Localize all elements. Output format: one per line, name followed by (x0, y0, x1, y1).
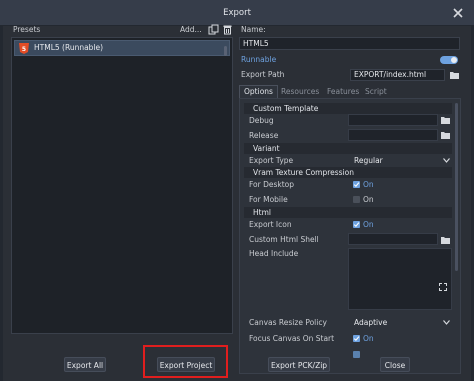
window-title: Export (223, 8, 251, 18)
close-button[interactable]: Close (380, 357, 410, 372)
focus-canvas-value: On (363, 334, 374, 343)
name-label: Name: (241, 25, 266, 34)
for-mobile-value: On (363, 195, 374, 204)
export-type-select[interactable]: Regular (354, 156, 383, 165)
section-custom-template[interactable]: Custom Template (244, 103, 452, 114)
close-icon[interactable] (452, 7, 464, 19)
presets-header: Presets (13, 25, 41, 34)
focus-canvas-checkbox[interactable] (353, 335, 360, 342)
canvas-policy-select[interactable]: Adaptive (354, 318, 387, 327)
custom-shell-field[interactable] (348, 233, 438, 245)
for-mobile-checkbox[interactable] (353, 196, 360, 203)
highlight-box (143, 345, 228, 378)
chevron-down-icon[interactable] (443, 320, 450, 325)
focus-canvas-label: Focus Canvas On Start (249, 334, 335, 343)
for-desktop-value: On (363, 180, 374, 189)
export-path-input[interactable]: EXPORT/index.html (350, 69, 445, 81)
head-include-textarea[interactable] (348, 248, 452, 310)
html5-icon: 5 (19, 43, 29, 54)
preset-item-html5[interactable]: 5 HTML5 (Runnable) (14, 40, 230, 56)
preset-list-scrollbar[interactable] (224, 46, 227, 56)
delete-preset-icon[interactable] (222, 24, 233, 35)
svg-text:5: 5 (22, 46, 26, 53)
export-icon-value: On (363, 220, 374, 229)
export-path-label: Export Path (241, 70, 285, 79)
release-template-field[interactable] (348, 129, 438, 141)
name-input[interactable]: HTML5 (239, 37, 460, 50)
preset-item-label: HTML5 (Runnable) (34, 43, 104, 52)
tab-resources[interactable]: Resources (277, 85, 323, 99)
export-icon-checkbox[interactable] (353, 221, 360, 228)
custom-shell-folder-icon[interactable] (441, 236, 450, 244)
debug-label: Debug (249, 116, 274, 125)
export-icon-label: Export Icon (249, 220, 292, 229)
tab-script[interactable]: Script (361, 85, 391, 99)
debug-template-field[interactable] (348, 114, 438, 126)
section-label: Custom Template (253, 104, 319, 113)
export-all-button[interactable]: Export All (64, 357, 106, 372)
options-scrollbar[interactable] (455, 103, 458, 271)
export-path-folder-icon[interactable] (450, 71, 459, 79)
release-folder-icon[interactable] (441, 131, 450, 139)
section-variant[interactable]: Variant (244, 143, 452, 154)
runnable-label: Runnable (241, 55, 277, 64)
section-label: Variant (253, 144, 280, 153)
frame-left-edge (0, 26, 3, 381)
tab-features[interactable]: Features (323, 85, 363, 99)
title-bar: Export (0, 0, 474, 26)
for-mobile-label: For Mobile (249, 195, 288, 204)
custom-shell-label: Custom Html Shell (249, 235, 319, 244)
export-pck-button[interactable]: Export PCK/Zip (268, 357, 330, 372)
canvas-policy-label: Canvas Resize Policy (249, 318, 327, 327)
tab-options[interactable]: Options (239, 85, 278, 99)
options-panel: Custom Template Debug Release Variant Ex… (239, 98, 461, 374)
section-html[interactable]: Html (244, 207, 452, 218)
debug-folder-icon[interactable] (441, 116, 450, 124)
expand-icon[interactable] (439, 283, 447, 291)
release-label: Release (249, 131, 279, 140)
export-type-label: Export Type (249, 156, 294, 165)
section-vram[interactable]: Vram Texture Compression (244, 167, 452, 178)
preset-list[interactable]: 5 HTML5 (Runnable) (11, 37, 233, 334)
head-include-label: Head Include (249, 249, 299, 258)
chevron-down-icon[interactable] (443, 158, 450, 163)
next-option-checkbox[interactable] (353, 351, 360, 358)
section-label: Vram Texture Compression (253, 168, 355, 177)
section-label: Html (253, 208, 271, 217)
for-desktop-label: For Desktop (249, 180, 295, 189)
add-preset-button[interactable]: Add... (180, 25, 202, 34)
duplicate-preset-icon[interactable] (208, 24, 219, 35)
for-desktop-checkbox[interactable] (353, 181, 360, 188)
runnable-toggle[interactable] (440, 56, 458, 64)
